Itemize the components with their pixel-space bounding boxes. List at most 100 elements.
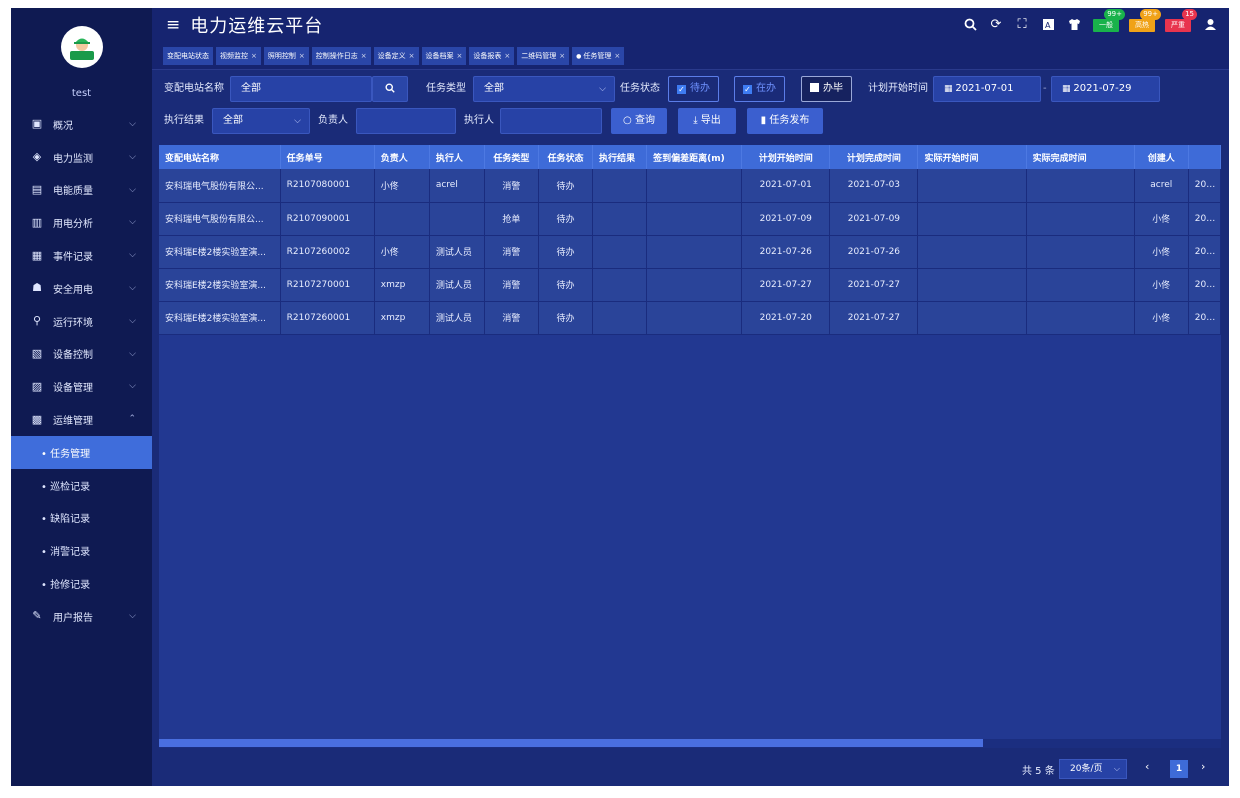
sidebar-item-user-report[interactable]: ✎ 用户报告 ⌵ — [11, 600, 152, 633]
column-header[interactable]: 任务类型 — [484, 145, 539, 169]
export-button[interactable]: ⤓ 导出 — [678, 108, 736, 134]
station-select[interactable]: 全部 — [230, 76, 372, 102]
sidebar-item-0[interactable]: ▣ 概况 ⌵ — [11, 108, 152, 141]
column-header[interactable]: 任务状态 — [538, 145, 594, 169]
tab-0[interactable]: 变配电站状态 — [163, 46, 213, 65]
query-button-label: 查询 — [634, 115, 655, 126]
table-cell: 测试人员 — [429, 268, 485, 302]
column-header[interactable]: 变配电站名称 — [159, 145, 281, 169]
close-icon[interactable]: × — [251, 52, 257, 60]
column-header[interactable]: 任务单号 — [280, 145, 375, 169]
sidebar-subitem-2[interactable]: • 缺陷记录 — [11, 501, 152, 535]
sidebar-item-label: 运行环境 — [53, 317, 93, 329]
sidebar-subitem-0[interactable]: • 任务管理 — [11, 435, 152, 469]
column-header[interactable]: 执行结果 — [592, 145, 648, 169]
sidebar-item-1[interactable]: ◈ 电力监测 ⌵ — [11, 141, 152, 174]
exec-result-select[interactable]: 全部 ⌵ — [212, 108, 310, 134]
column-header[interactable]: 执行人 — [429, 145, 485, 169]
publish-task-button[interactable]: ▮ 任务发布 — [747, 108, 823, 134]
sidebar-item-3[interactable]: ▥ 用电分析 ⌵ — [11, 206, 152, 239]
column-header[interactable]: 签到偏差距离(m) — [646, 145, 743, 169]
status-done-checkbox[interactable]: 办毕 — [801, 76, 852, 102]
tab-label: 设备档案 — [425, 51, 454, 60]
task-type-select[interactable]: 全部 ⌵ — [473, 76, 615, 102]
tab-2[interactable]: 照明控制 × — [263, 46, 309, 65]
search-icon: ○ — [623, 115, 635, 126]
column-header[interactable]: 计划完成时间 — [829, 145, 919, 169]
pagination-bar: 共 5 条 20条/页 ⌵ ‹ 1 › — [152, 754, 1229, 786]
tab-4[interactable]: 设备定义 × — [373, 46, 419, 65]
tab-label: 设备定义 — [377, 51, 406, 60]
table-cell: 2021- — [1188, 169, 1221, 203]
table-cell — [1026, 235, 1135, 269]
search-icon[interactable] — [963, 18, 977, 32]
station-search-button[interactable] — [372, 76, 408, 102]
table-row[interactable]: 安科瑞电气股份有限公... R2107080001 小佟 acrel 消警 待办 2021-… — [159, 169, 1221, 203]
sidebar-item-6[interactable]: ⚲ 运行环境 ⌵ — [11, 305, 152, 338]
scrollbar-thumb[interactable] — [159, 739, 983, 747]
query-button[interactable]: ○ 查询 — [611, 108, 667, 134]
sidebar-subitem-4[interactable]: • 抢修记录 — [11, 567, 152, 600]
user-icon[interactable] — [1203, 18, 1217, 32]
alarm-badge-0[interactable]: 一般 99+ — [1093, 8, 1125, 32]
sidebar-item-7[interactable]: ▧ 设备控制 ⌵ — [11, 338, 152, 371]
tab-3[interactable]: 控制操作日志 × — [311, 46, 371, 65]
column-header[interactable]: 计划开始时间 — [741, 145, 831, 169]
close-icon[interactable]: × — [299, 52, 305, 60]
sidebar-item-5[interactable]: ☗ 安全用电 ⌵ — [11, 272, 152, 305]
export-button-label: 导出 — [700, 115, 721, 126]
close-icon[interactable]: × — [504, 52, 510, 60]
status-doing-checkbox[interactable]: ✓ 在办 — [734, 76, 785, 102]
table-cell — [1026, 268, 1135, 302]
theme-shirt-icon[interactable] — [1067, 18, 1081, 32]
tab-8[interactable]: 任务管理× — [572, 46, 625, 65]
fullscreen-icon[interactable]: ⛶ — [1015, 18, 1029, 32]
page-number-button[interactable]: 1 — [1170, 760, 1188, 778]
column-header[interactable]: 创建人 — [1134, 145, 1189, 169]
table-row[interactable]: 安科瑞E楼2楼实验室演... R2107260001 xmzp 测试人员 消警 待办 202… — [159, 301, 1221, 335]
prev-page-button[interactable]: ‹ — [1145, 760, 1149, 773]
close-icon[interactable]: × — [457, 52, 463, 60]
refresh-icon[interactable]: ⟳ — [989, 18, 1003, 32]
sidebar-subitem-3[interactable]: • 消警记录 — [11, 534, 152, 568]
horizontal-scrollbar[interactable] — [159, 739, 1221, 748]
tab-5[interactable]: 设备档案 × — [421, 46, 467, 65]
table-row[interactable]: 安科瑞电气股份有限公... R2107090001 抢单 待办 2021-07-09 20… — [159, 202, 1221, 236]
close-icon[interactable]: × — [614, 52, 620, 60]
close-icon[interactable]: × — [361, 52, 367, 60]
calendar-icon: ▦ — [1062, 84, 1074, 94]
table-cell: 2021-07-27 — [829, 301, 919, 335]
close-icon[interactable]: × — [559, 52, 565, 60]
sidebar-item-2[interactable]: ▤ 电能质量 ⌵ — [11, 174, 152, 207]
column-header[interactable]: 负责人 — [374, 145, 430, 169]
alarm-badge-1[interactable]: 高热 99+ — [1129, 8, 1161, 32]
table-row[interactable]: 安科瑞E楼2楼实验室演... R2107270001 xmzp 测试人员 消警 待办 202… — [159, 268, 1221, 302]
close-icon[interactable]: × — [409, 52, 415, 60]
translate-icon[interactable]: A — [1041, 18, 1055, 32]
header-tools: ⟳ ⛶ A 一般 99+ 高热 99+ 严重 15 — [963, 8, 1217, 42]
date-to-input[interactable]: ▦ 2021-07-29 — [1051, 76, 1160, 102]
sidebar-item-9[interactable]: ▩ 运维管理 ⌃ — [11, 403, 152, 436]
sidebar-subitem-1[interactable]: • 巡检记录 — [11, 468, 152, 502]
column-header[interactable]: 实际开始时间 — [917, 145, 1027, 169]
status-todo-checkbox[interactable]: ✓ 待办 — [668, 76, 719, 102]
tab-1[interactable]: 视频监控 × — [216, 46, 261, 65]
table-cell: 消警 — [484, 169, 539, 203]
sidebar-item-4[interactable]: ▦ 事件记录 ⌵ — [11, 239, 152, 272]
owner-input[interactable] — [356, 108, 456, 134]
table-row[interactable]: 安科瑞E楼2楼实验室演... R2107260002 小佟 测试人员 消警 待办 2021-… — [159, 235, 1221, 269]
alarm-count: 99+ — [1104, 8, 1125, 20]
column-header[interactable]: 实际完成时间 — [1026, 145, 1135, 169]
tab-6[interactable]: 设备报表 × — [469, 46, 515, 65]
tab-7[interactable]: 二维码管理 × — [517, 46, 570, 65]
date-from-input[interactable]: ▦ 2021-07-01 — [933, 76, 1041, 102]
total-count: 共 5 条 — [1022, 766, 1055, 777]
next-page-button[interactable]: › — [1201, 760, 1205, 773]
alarm-badge-2[interactable]: 严重 15 — [1165, 8, 1197, 32]
page-size-select[interactable]: 20条/页 ⌵ — [1059, 759, 1127, 779]
column-header[interactable] — [1188, 145, 1221, 169]
sidebar-item-8[interactable]: ▨ 设备管理 ⌵ — [11, 370, 152, 403]
avatar[interactable] — [60, 26, 103, 68]
executor-input[interactable] — [500, 108, 602, 134]
menu-toggle-icon[interactable]: ≡ — [166, 15, 180, 35]
